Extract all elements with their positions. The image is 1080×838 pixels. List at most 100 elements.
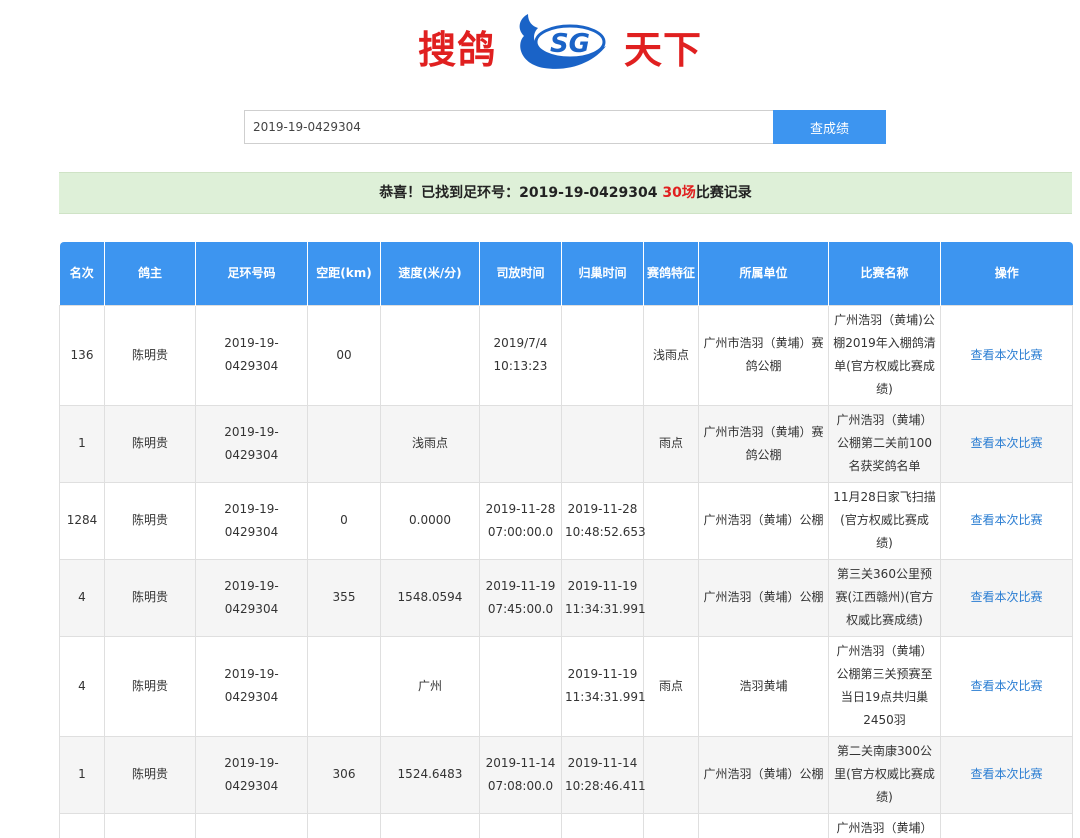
header-pigeon-feature[interactable]: 赛鸽特征 [643, 242, 699, 305]
cell-speed [380, 812, 480, 838]
cell-rank: 4 [59, 558, 105, 637]
cell-race-name: 广州浩羽（黄埔）公棚第三关预赛至当日19点共归巢2450羽 [828, 635, 941, 737]
cell-owner: 陈明贵 [104, 304, 196, 406]
cell-ring-number: 2019-19-0429304 [195, 404, 308, 483]
cell-arrival-time: 2019-11-19 11:34:31.991 [561, 635, 646, 737]
pigeon-logo-icon: SG [519, 14, 606, 69]
cell-ring-number [195, 812, 308, 838]
cell-pigeon-feature [643, 735, 699, 814]
cell-speed: 1524.6483 [380, 735, 480, 814]
cell-speed [380, 304, 480, 406]
header-arrival-time[interactable]: 归巢时间 [561, 242, 644, 305]
result-banner: 恭喜！已找到足环号：2019-19-0429304 30场比赛记录 [59, 172, 1072, 214]
result-banner-suffix: 比赛记录 [695, 185, 752, 201]
header-action: 操作 [940, 242, 1073, 305]
header-ring-number[interactable]: 足环号码 [195, 242, 308, 305]
cell-race-name: 广州浩羽（黄埔)公棚2019年入棚鸽清单(官方权威比赛成绩) [828, 304, 941, 406]
cell-owner: 陈明贵 [104, 481, 196, 560]
view-race-link[interactable]: 查看本次比赛 [940, 481, 1073, 560]
cell-pigeon-feature: 浅雨点 [643, 304, 699, 406]
cell-unit: 广州浩羽（黄埔）公棚 [698, 481, 829, 560]
logo-mark-text: SG [550, 29, 590, 59]
cell-unit [698, 812, 829, 838]
cell-rank: 1284 [59, 481, 105, 560]
cell-release-time [479, 404, 562, 483]
ring-number-search-input[interactable] [244, 110, 773, 144]
result-count: 30场 [662, 185, 696, 201]
cell-distance: 355 [307, 558, 381, 637]
cell-owner: 陈明贵 [104, 558, 196, 637]
cell-ring-number: 2019-19-0429304 [195, 735, 308, 814]
cell-distance: 00 [307, 304, 381, 406]
search-bar: 查成绩 [244, 110, 886, 144]
cell-distance: 0 [307, 481, 381, 560]
cell-race-name: 广州浩羽（黄埔）公棚第二关前100名获奖鸽名单 [828, 404, 941, 483]
logo-text-left: 搜鸽 [418, 28, 497, 72]
table-row: 4 陈明贵 2019-19-0429304 广州 2019-11-19 11:34:31.… [59, 635, 1073, 737]
view-race-link[interactable]: 查看本次比赛 [940, 735, 1073, 814]
cell-ring-number: 2019-19-0429304 [195, 304, 308, 406]
cell-ring-number: 2019-19-0429304 [195, 481, 308, 560]
header-owner[interactable]: 鸽主 [104, 242, 196, 305]
cell-release-time: 2019/7/4 10:13:23 [479, 304, 562, 406]
header-unit[interactable]: 所属单位 [698, 242, 829, 305]
view-race-link[interactable] [940, 812, 1073, 838]
query-results-button[interactable]: 查成绩 [773, 110, 886, 144]
cell-distance: 306 [307, 735, 381, 814]
cell-pigeon-feature [643, 481, 699, 560]
cell-arrival-time [561, 812, 644, 838]
cell-release-time: 2019-11-28 07:00:00.0 [479, 481, 562, 560]
header-speed[interactable]: 速度(米/分) [380, 242, 480, 305]
cell-distance [307, 635, 381, 737]
cell-speed: 广州 [380, 635, 480, 737]
cell-pigeon-feature: 雨点 [643, 635, 699, 737]
cell-unit: 广州浩羽（黄埔）公棚 [698, 735, 829, 814]
cell-ring-number: 2019-19-0429304 [195, 558, 308, 637]
cell-arrival-time: 2019-11-28 10:48:52.653 [561, 481, 646, 560]
cell-arrival-time [561, 304, 644, 406]
cell-arrival-time: 2019-11-14 10:28:46.411 [561, 735, 646, 814]
results-table: 名次 鸽主 足环号码 空距(km) 速度(米/分) 司放时间 归巢时间 赛鸽特征… [59, 242, 1073, 838]
cell-pigeon-feature [643, 812, 699, 838]
table-row: 1284 陈明贵 2019-19-0429304 0 0.0000 2019-11-28 0… [59, 481, 1073, 560]
cell-rank: 1 [59, 735, 105, 814]
table-row: 4 陈明贵 2019-19-0429304 355 1548.0594 2019-11-1… [59, 558, 1073, 637]
view-race-link[interactable]: 查看本次比赛 [940, 404, 1073, 483]
cell-race-name: 广州浩羽（黄埔） [828, 812, 941, 838]
cell-ring-number: 2019-19-0429304 [195, 635, 308, 737]
cell-race-name: 第二关南康300公里(官方权威比赛成绩) [828, 735, 941, 814]
result-banner-prefix: 恭喜！已找到足环号：2019-19-0429304 [379, 185, 658, 201]
cell-rank [59, 812, 105, 838]
view-race-link[interactable]: 查看本次比赛 [940, 558, 1073, 637]
cell-release-time: 2019-11-14 07:08:00.0 [479, 735, 562, 814]
cell-unit: 广州市浩羽（黄埔）赛鸽公棚 [698, 304, 829, 406]
header-distance[interactable]: 空距(km) [307, 242, 381, 305]
cell-unit: 广州市浩羽（黄埔）赛鸽公棚 [698, 404, 829, 483]
cell-rank: 136 [59, 304, 105, 406]
view-race-link[interactable]: 查看本次比赛 [940, 304, 1073, 406]
cell-owner: 陈明贵 [104, 404, 196, 483]
cell-owner: 陈明贵 [104, 735, 196, 814]
cell-distance [307, 812, 381, 838]
header-release-time[interactable]: 司放时间 [479, 242, 562, 305]
cell-race-name: 第三关360公里预赛(江西赣州)(官方权威比赛成绩) [828, 558, 941, 637]
site-logo[interactable]: 搜鸽 SG 天下 [418, 10, 718, 76]
cell-speed: 0.0000 [380, 481, 480, 560]
table-row: 广州浩羽（黄埔） [59, 812, 1073, 838]
view-race-link[interactable]: 查看本次比赛 [940, 635, 1073, 737]
cell-owner [104, 812, 196, 838]
results-table-body: 136 陈明贵 2019-19-0429304 00 2019/7/4 10:13:23 浅… [59, 304, 1073, 838]
cell-speed: 浅雨点 [380, 404, 480, 483]
header-race-name[interactable]: 比赛名称 [828, 242, 941, 305]
table-row: 136 陈明贵 2019-19-0429304 00 2019/7/4 10:13:23 浅… [59, 304, 1073, 406]
cell-arrival-time: 2019-11-19 11:34:31.991 [561, 558, 646, 637]
cell-release-time [479, 635, 562, 737]
cell-rank: 4 [59, 635, 105, 737]
cell-release-time [479, 812, 562, 838]
header-rank[interactable]: 名次 [59, 242, 105, 305]
table-header-row: 名次 鸽主 足环号码 空距(km) 速度(米/分) 司放时间 归巢时间 赛鸽特征… [59, 242, 1073, 305]
cell-rank: 1 [59, 404, 105, 483]
cell-pigeon-feature [643, 558, 699, 637]
cell-release-time: 2019-11-19 07:45:00.0 [479, 558, 562, 637]
cell-unit: 广州浩羽（黄埔）公棚 [698, 558, 829, 637]
